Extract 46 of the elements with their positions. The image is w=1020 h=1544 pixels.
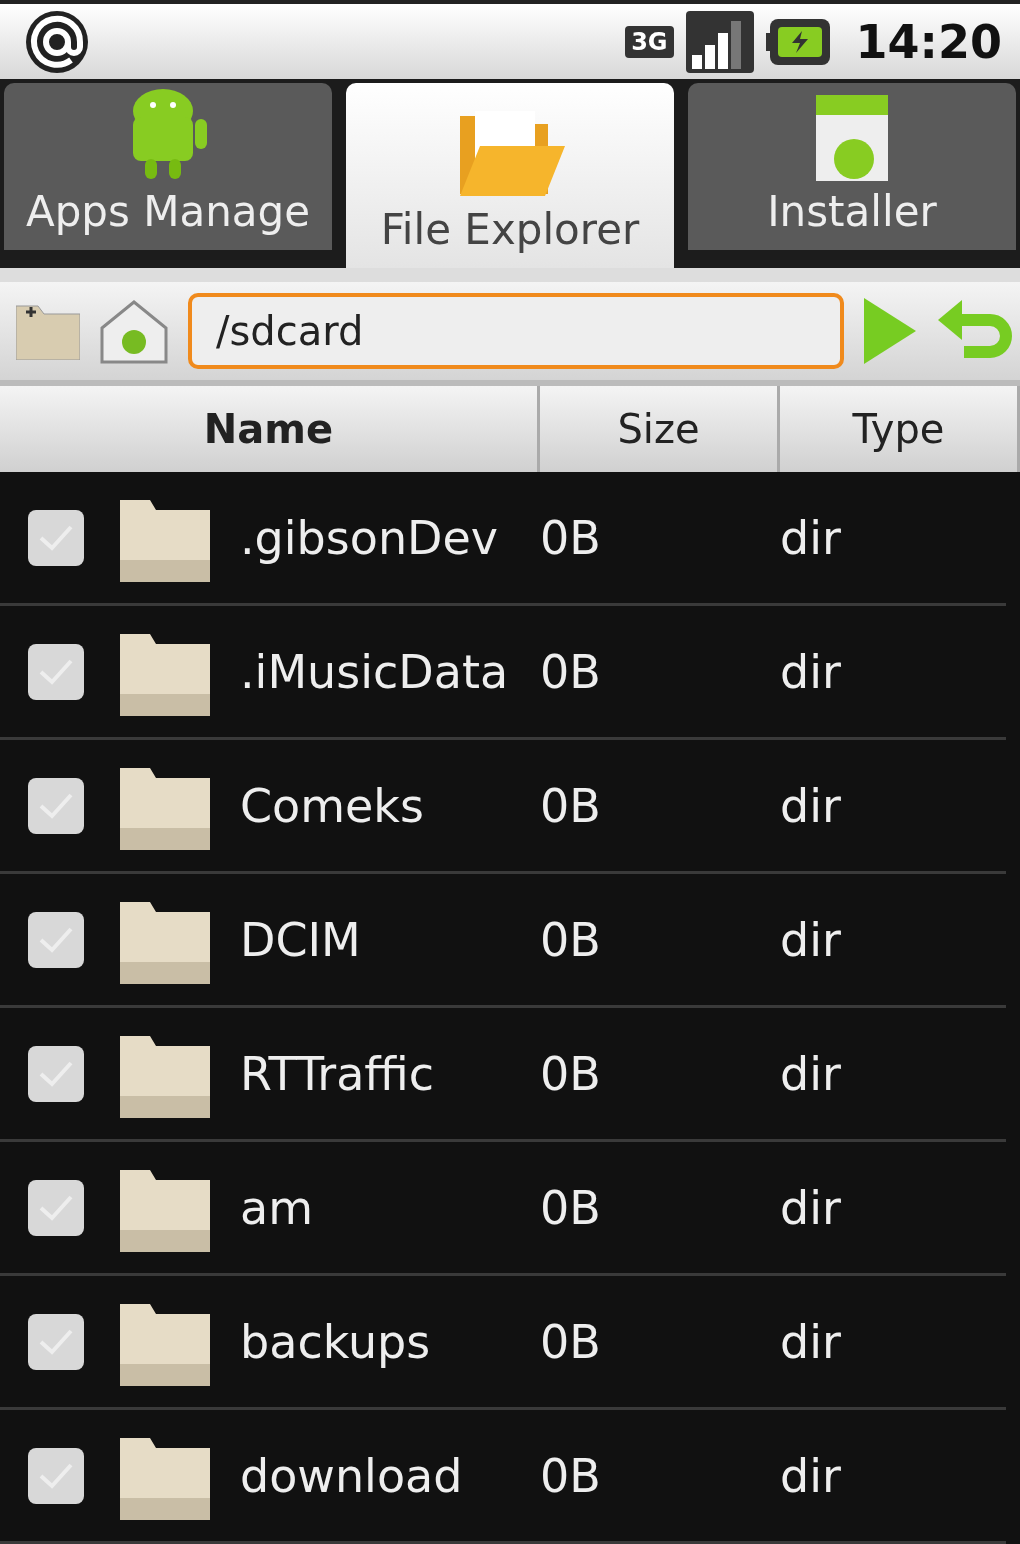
- file-name: am: [240, 1180, 314, 1235]
- column-header[interactable]: Type: [780, 385, 1020, 472]
- file-size: 0B: [540, 510, 602, 565]
- file-name: .iMusicData: [240, 644, 510, 699]
- file-size: 0B: [540, 1046, 602, 1101]
- package-icon: [814, 93, 890, 184]
- file-type: dir: [780, 644, 842, 699]
- file-type: dir: [780, 778, 842, 833]
- file-name: backups: [240, 1314, 432, 1369]
- file-size: 0B: [540, 1314, 602, 1369]
- checkbox[interactable]: [28, 643, 84, 700]
- checkbox[interactable]: [28, 911, 84, 968]
- file-name: .gibsonDev: [240, 510, 499, 565]
- tab[interactable]: File Explorer: [346, 83, 674, 269]
- file-size: 0B: [540, 644, 602, 699]
- checkbox[interactable]: [28, 1313, 84, 1370]
- tab[interactable]: Installer: [688, 83, 1016, 251]
- file-name: RTTraffic: [240, 1046, 436, 1101]
- at-sign-icon: [24, 8, 90, 75]
- checkbox[interactable]: [28, 1179, 84, 1236]
- file-type: dir: [780, 510, 842, 565]
- file-name: download: [240, 1448, 464, 1503]
- checkbox[interactable]: [28, 777, 84, 834]
- column-header[interactable]: Name: [0, 385, 540, 472]
- file-type: dir: [780, 1314, 842, 1369]
- checkbox[interactable]: [28, 1447, 84, 1504]
- file-name: DCIM: [240, 912, 362, 967]
- file-type: dir: [780, 912, 842, 967]
- file-name: Comeks: [240, 778, 425, 833]
- file-type: dir: [780, 1448, 842, 1503]
- signal-icon: [685, 10, 754, 73]
- battery-icon: [765, 18, 830, 65]
- file-size: 0B: [540, 912, 602, 967]
- column-header[interactable]: Size: [540, 385, 780, 472]
- home-icon[interactable]: [98, 298, 170, 364]
- file-type: dir: [780, 1046, 842, 1101]
- checkbox[interactable]: [28, 1045, 84, 1102]
- checkbox[interactable]: [28, 509, 84, 566]
- path-field[interactable]: /sdcard: [188, 293, 844, 369]
- clock-time: 14:20: [855, 14, 1002, 69]
- file-size: 0B: [540, 1180, 602, 1235]
- file-size: 0B: [540, 778, 602, 833]
- network-type-indicator: 3G: [625, 25, 674, 58]
- tab[interactable]: Apps Manage: [4, 83, 332, 251]
- file-size: 0B: [540, 1448, 602, 1503]
- file-type: dir: [780, 1180, 842, 1235]
